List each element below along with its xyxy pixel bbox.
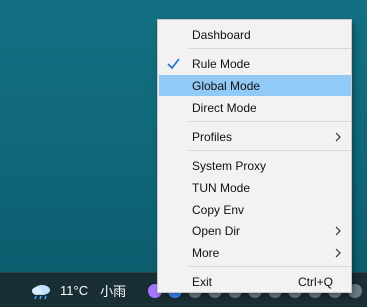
weather-temperature: 11°C [60,283,89,298]
menu-separator [189,266,351,267]
menu-item-label: More [192,246,220,260]
menu-item-dashboard[interactable]: Dashboard [159,24,351,45]
tray-context-menu: Dashboard Rule Mode Global Mode Direct M… [157,19,352,293]
menu-item-open-dir[interactable]: Open Dir [159,220,351,241]
menu-separator [189,121,351,122]
menu-item-label: Profiles [192,130,233,144]
menu-item-system-proxy[interactable]: System Proxy [159,155,351,176]
menu-item-global-mode[interactable]: Global Mode [159,75,351,96]
menu-item-label: Rule Mode [192,57,251,71]
menu-item-label: Global Mode [192,79,261,93]
menu-item-tun-mode[interactable]: TUN Mode [159,177,351,198]
menu-item-label: Exit [192,275,213,289]
menu-item-more[interactable]: More [159,242,351,263]
menu-item-copy-env[interactable]: Copy Env [159,199,351,220]
menu-item-direct-mode[interactable]: Direct Mode [159,97,351,118]
weather-widget[interactable]: 11°C 小雨 [30,273,126,307]
menu-separator [189,150,351,151]
menu-item-label: Open Dir [192,224,241,238]
cloud-rain-icon [32,284,50,299]
menu-item-rule-mode[interactable]: Rule Mode [159,53,351,74]
check-icon [167,58,180,69]
menu-item-label: Copy Env [192,203,245,217]
chevron-right-icon [335,248,341,258]
chevron-right-icon [335,132,341,142]
menu-item-exit[interactable]: Exit Ctrl+Q [159,271,351,292]
menu-item-label: Direct Mode [192,101,257,115]
menu-separator [189,48,351,49]
exit-shortcut: Ctrl+Q [297,275,333,289]
menu-item-label: TUN Mode [192,181,251,195]
menu-item-profiles[interactable]: Profiles [159,126,351,147]
menu-item-label: System Proxy [192,159,267,173]
weather-condition: 小雨 [100,284,127,299]
menu-item-label: Dashboard [192,28,251,42]
chevron-right-icon [335,226,341,236]
